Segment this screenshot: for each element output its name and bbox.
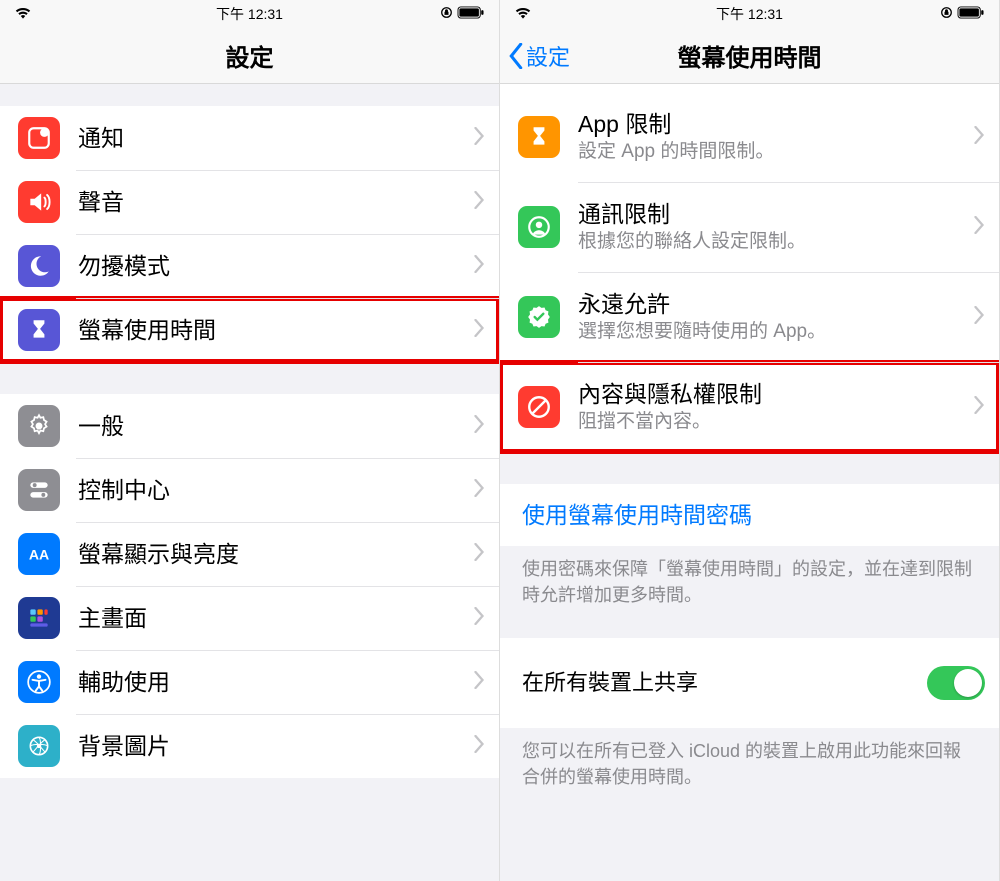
no-entry-icon bbox=[518, 386, 560, 428]
chevron-right-icon bbox=[974, 306, 985, 329]
row-dnd[interactable]: 勿擾模式 bbox=[0, 234, 499, 298]
row-display[interactable]: AA 螢幕顯示與亮度 bbox=[0, 522, 499, 586]
chevron-right-icon bbox=[474, 191, 485, 214]
row-accessibility[interactable]: 輔助使用 bbox=[0, 650, 499, 714]
row-label: 螢幕顯示與亮度 bbox=[78, 540, 466, 569]
row-general[interactable]: 一般 bbox=[0, 394, 499, 458]
chevron-right-icon bbox=[974, 396, 985, 419]
nav-header: 設定 螢幕使用時間 bbox=[500, 28, 999, 84]
wifi-icon bbox=[14, 6, 32, 23]
row-label: 一般 bbox=[78, 412, 466, 441]
row-notifications[interactable]: 通知 bbox=[0, 106, 499, 170]
battery-icon bbox=[957, 6, 985, 22]
row-sub: 阻擋不當內容。 bbox=[578, 410, 966, 435]
row-label: 使用螢幕使用時間密碼 bbox=[522, 501, 985, 530]
contact-icon bbox=[518, 206, 560, 248]
row-label: 通訊限制 bbox=[578, 200, 966, 229]
svg-text:AA: AA bbox=[29, 546, 49, 562]
row-label: 控制中心 bbox=[78, 476, 466, 505]
display-icon: AA bbox=[18, 533, 60, 575]
moon-icon bbox=[18, 245, 60, 287]
row-wallpaper[interactable]: 背景圖片 bbox=[0, 714, 499, 778]
row-always-allowed[interactable]: 永遠允許 選擇您想要隨時使用的 App。 bbox=[500, 272, 999, 362]
page-title: 設定 bbox=[226, 38, 274, 73]
row-sub: 選擇您想要隨時使用的 App。 bbox=[578, 320, 966, 345]
sounds-icon bbox=[18, 181, 60, 223]
chevron-right-icon bbox=[974, 126, 985, 149]
row-sub: 設定 App 的時間限制。 bbox=[578, 140, 966, 165]
chevron-right-icon bbox=[474, 735, 485, 758]
page-title: 螢幕使用時間 bbox=[678, 38, 822, 73]
wifi-icon bbox=[514, 6, 532, 23]
check-seal-icon bbox=[518, 296, 560, 338]
chevron-right-icon bbox=[474, 543, 485, 566]
settings-list: 通知 聲音 勿擾模式 螢幕使用時間 bbox=[0, 106, 499, 778]
phone-settings: 下午 12:31 設定 通知 聲音 bbox=[0, 0, 500, 881]
toggles-icon bbox=[18, 469, 60, 511]
passcode-footer: 使用密碼來保障「螢幕使用時間」的設定，並在達到限制時允許增加更多時間。 bbox=[500, 546, 999, 620]
row-sounds[interactable]: 聲音 bbox=[0, 170, 499, 234]
hourglass-icon bbox=[18, 309, 60, 351]
chevron-right-icon bbox=[474, 671, 485, 694]
chevron-right-icon bbox=[474, 255, 485, 278]
row-label: 主畫面 bbox=[78, 604, 466, 633]
row-control-center[interactable]: 控制中心 bbox=[0, 458, 499, 522]
share-toggle[interactable] bbox=[927, 666, 985, 700]
row-label: App 限制 bbox=[578, 110, 966, 139]
row-sub: 根據您的聯絡人設定限制。 bbox=[578, 230, 966, 255]
row-label: 螢幕使用時間 bbox=[78, 316, 466, 345]
back-button[interactable]: 設定 bbox=[508, 40, 570, 72]
chevron-right-icon bbox=[474, 415, 485, 438]
status-time: 下午 12:31 bbox=[216, 4, 283, 24]
accessibility-icon bbox=[18, 661, 60, 703]
row-label: 在所有裝置上共享 bbox=[522, 669, 927, 697]
row-app-limits[interactable]: App 限制 設定 App 的時間限制。 bbox=[500, 92, 999, 182]
status-time: 下午 12:31 bbox=[716, 4, 783, 24]
row-use-passcode[interactable]: 使用螢幕使用時間密碼 bbox=[500, 484, 999, 546]
row-screen-time[interactable]: 螢幕使用時間 bbox=[0, 298, 499, 362]
chevron-right-icon bbox=[974, 216, 985, 239]
orientation-lock-icon bbox=[441, 6, 452, 22]
chevron-right-icon bbox=[474, 127, 485, 150]
row-label: 勿擾模式 bbox=[78, 252, 466, 281]
screen-time-list: App 限制 設定 App 的時間限制。 通訊限制 根據您的聯絡人設定限制。 bbox=[500, 84, 999, 802]
gear-icon bbox=[18, 405, 60, 447]
phone-screen-time: 下午 12:31 設定 螢幕使用時間 App 限制 設定 App bbox=[500, 0, 1000, 881]
row-label: 背景圖片 bbox=[78, 732, 466, 761]
chevron-right-icon bbox=[474, 319, 485, 342]
row-content-privacy[interactable]: 內容與隱私權限制 阻擋不當內容。 bbox=[500, 362, 999, 452]
row-home-screen[interactable]: 主畫面 bbox=[0, 586, 499, 650]
row-communication-limits[interactable]: 通訊限制 根據您的聯絡人設定限制。 bbox=[500, 182, 999, 272]
wallpaper-icon bbox=[18, 725, 60, 767]
nav-header: 設定 bbox=[0, 28, 499, 84]
back-label: 設定 bbox=[526, 40, 570, 72]
share-footer: 您可以在所有已登入 iCloud 的裝置上啟用此功能來回報合併的螢幕使用時間。 bbox=[500, 728, 999, 802]
row-label: 輔助使用 bbox=[78, 668, 466, 697]
notifications-icon bbox=[18, 117, 60, 159]
hourglass-icon bbox=[518, 116, 560, 158]
chevron-right-icon bbox=[474, 479, 485, 502]
status-bar: 下午 12:31 bbox=[0, 0, 499, 28]
battery-icon bbox=[457, 6, 485, 22]
row-label: 聲音 bbox=[78, 188, 466, 217]
row-label: 通知 bbox=[78, 124, 466, 153]
row-label: 永遠允許 bbox=[578, 290, 966, 319]
status-bar: 下午 12:31 bbox=[500, 0, 999, 28]
orientation-lock-icon bbox=[941, 6, 952, 22]
chevron-right-icon bbox=[474, 607, 485, 630]
row-label: 內容與隱私權限制 bbox=[578, 380, 966, 409]
home-screen-icon bbox=[18, 597, 60, 639]
row-share-across-devices[interactable]: 在所有裝置上共享 bbox=[500, 638, 999, 728]
